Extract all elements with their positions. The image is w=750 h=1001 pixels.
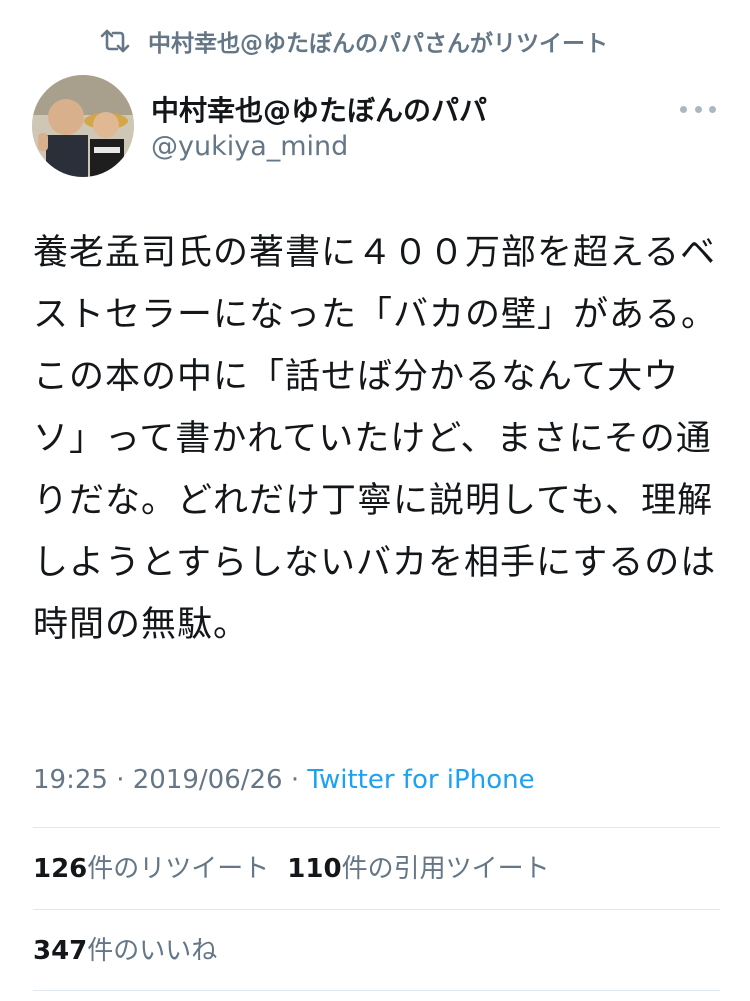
meta-separator: ·: [282, 765, 308, 795]
meta-separator: ·: [107, 765, 133, 795]
likes-label: 件のいいね: [87, 936, 218, 966]
retweets-count: 126: [33, 854, 88, 884]
quotes-stat[interactable]: 110件の引用ツイート: [287, 854, 549, 884]
avatar[interactable]: [32, 75, 134, 177]
likes-count: 347: [33, 936, 88, 966]
author-row: 中村幸也@ゆたぼんのパパ @yukiya_mind: [32, 75, 722, 179]
tweet-meta: 19:25 · 2019/06/26 · Twitter for iPhone: [33, 765, 535, 795]
tweet-text: 養老孟司氏の著書に４００万部を超えるベストセラーになった「バカの壁」がある。この…: [33, 233, 718, 645]
retweets-stat[interactable]: 126件のリツイート: [33, 854, 269, 884]
quotes-count: 110: [287, 854, 342, 884]
divider: [33, 827, 720, 828]
retweet-banner[interactable]: 中村幸也@ゆたぼんのパパさんがリツイート: [100, 24, 608, 58]
retweets-label: 件のリツイート: [87, 854, 270, 884]
likes-row: 347件のいいね: [33, 930, 217, 967]
likes-stat[interactable]: 347件のいいね: [33, 936, 217, 966]
more-dot: [694, 105, 702, 113]
handle[interactable]: @yukiya_mind: [151, 131, 348, 162]
more-dot: [680, 105, 687, 113]
quotes-label: 件の引用ツイート: [341, 854, 550, 884]
divider: [33, 909, 720, 910]
divider: [33, 990, 720, 991]
tweet-date: 2019/06/26: [132, 765, 283, 795]
more-options-icon[interactable]: [680, 99, 716, 119]
display-name[interactable]: 中村幸也@ゆたぼんのパパ: [151, 89, 487, 129]
more-dot: [709, 105, 716, 113]
tweet-source-link[interactable]: Twitter for iPhone: [307, 765, 534, 795]
retweet-banner-text: 中村幸也@ゆたぼんのパパさんがリツイート: [148, 31, 608, 57]
tweet-time: 19:25: [33, 765, 108, 795]
engagement-stats: 126件のリツイート 110件の引用ツイート: [33, 848, 550, 885]
retweet-icon: [100, 28, 130, 54]
